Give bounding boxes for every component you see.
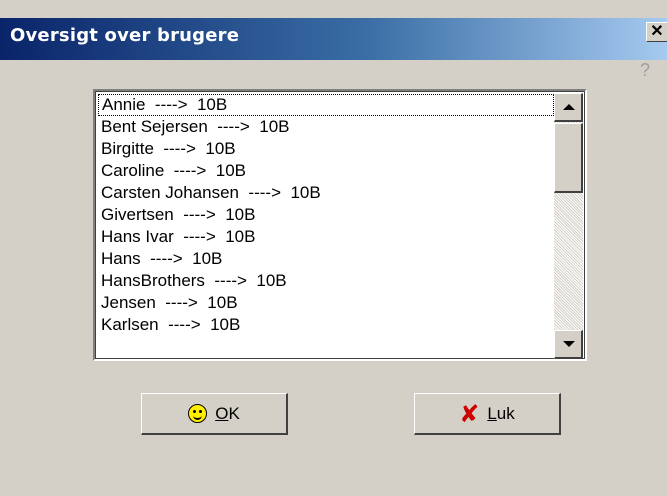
list-item[interactable]: Jensen ----> 10B [98,292,554,314]
list-item[interactable]: Hans Ivar ----> 10B [98,226,554,248]
list-item[interactable]: Karlsen ----> 10B [98,314,554,336]
close-button[interactable]: ✕ [646,22,667,42]
luk-label: Luk [487,403,515,423]
list-item[interactable]: Annie ----> 10B [98,94,554,116]
close-icon: ✕ [650,23,664,40]
scroll-up-button[interactable] [554,93,583,122]
arrow-down-icon [563,341,575,347]
list-item[interactable]: Hans ----> 10B [98,248,554,270]
list-item[interactable]: HansBrothers ----> 10B [98,270,554,292]
list-item[interactable]: Caroline ----> 10B [98,160,554,182]
scroll-down-button[interactable] [554,330,583,359]
scroll-thumb[interactable] [554,123,583,193]
ok-button[interactable]: OK [141,393,288,435]
smiley-icon [188,404,208,423]
list-item[interactable]: Birgitte ----> 10B [98,138,554,160]
list-item[interactable]: Givertsen ----> 10B [98,204,554,226]
list-item[interactable]: Carsten Johansen ----> 10B [98,182,554,204]
title-bar: Oversigt over brugere [0,18,667,60]
red-x-icon: ✘ [459,399,480,428]
arrow-up-icon [563,104,575,110]
user-listbox[interactable]: Annie ----> 10B Bent Sejersen ----> 10B … [93,89,587,361]
ok-label: OK [215,403,240,423]
help-icon[interactable]: ? [640,60,650,81]
user-list-items: Annie ----> 10B Bent Sejersen ----> 10B … [98,94,554,336]
list-item[interactable]: Bent Sejersen ----> 10B [98,116,554,138]
close-dialog-button[interactable]: ✘ Luk [414,393,561,435]
window-title: Oversigt over brugere [10,25,240,46]
vertical-scrollbar[interactable] [554,93,583,359]
